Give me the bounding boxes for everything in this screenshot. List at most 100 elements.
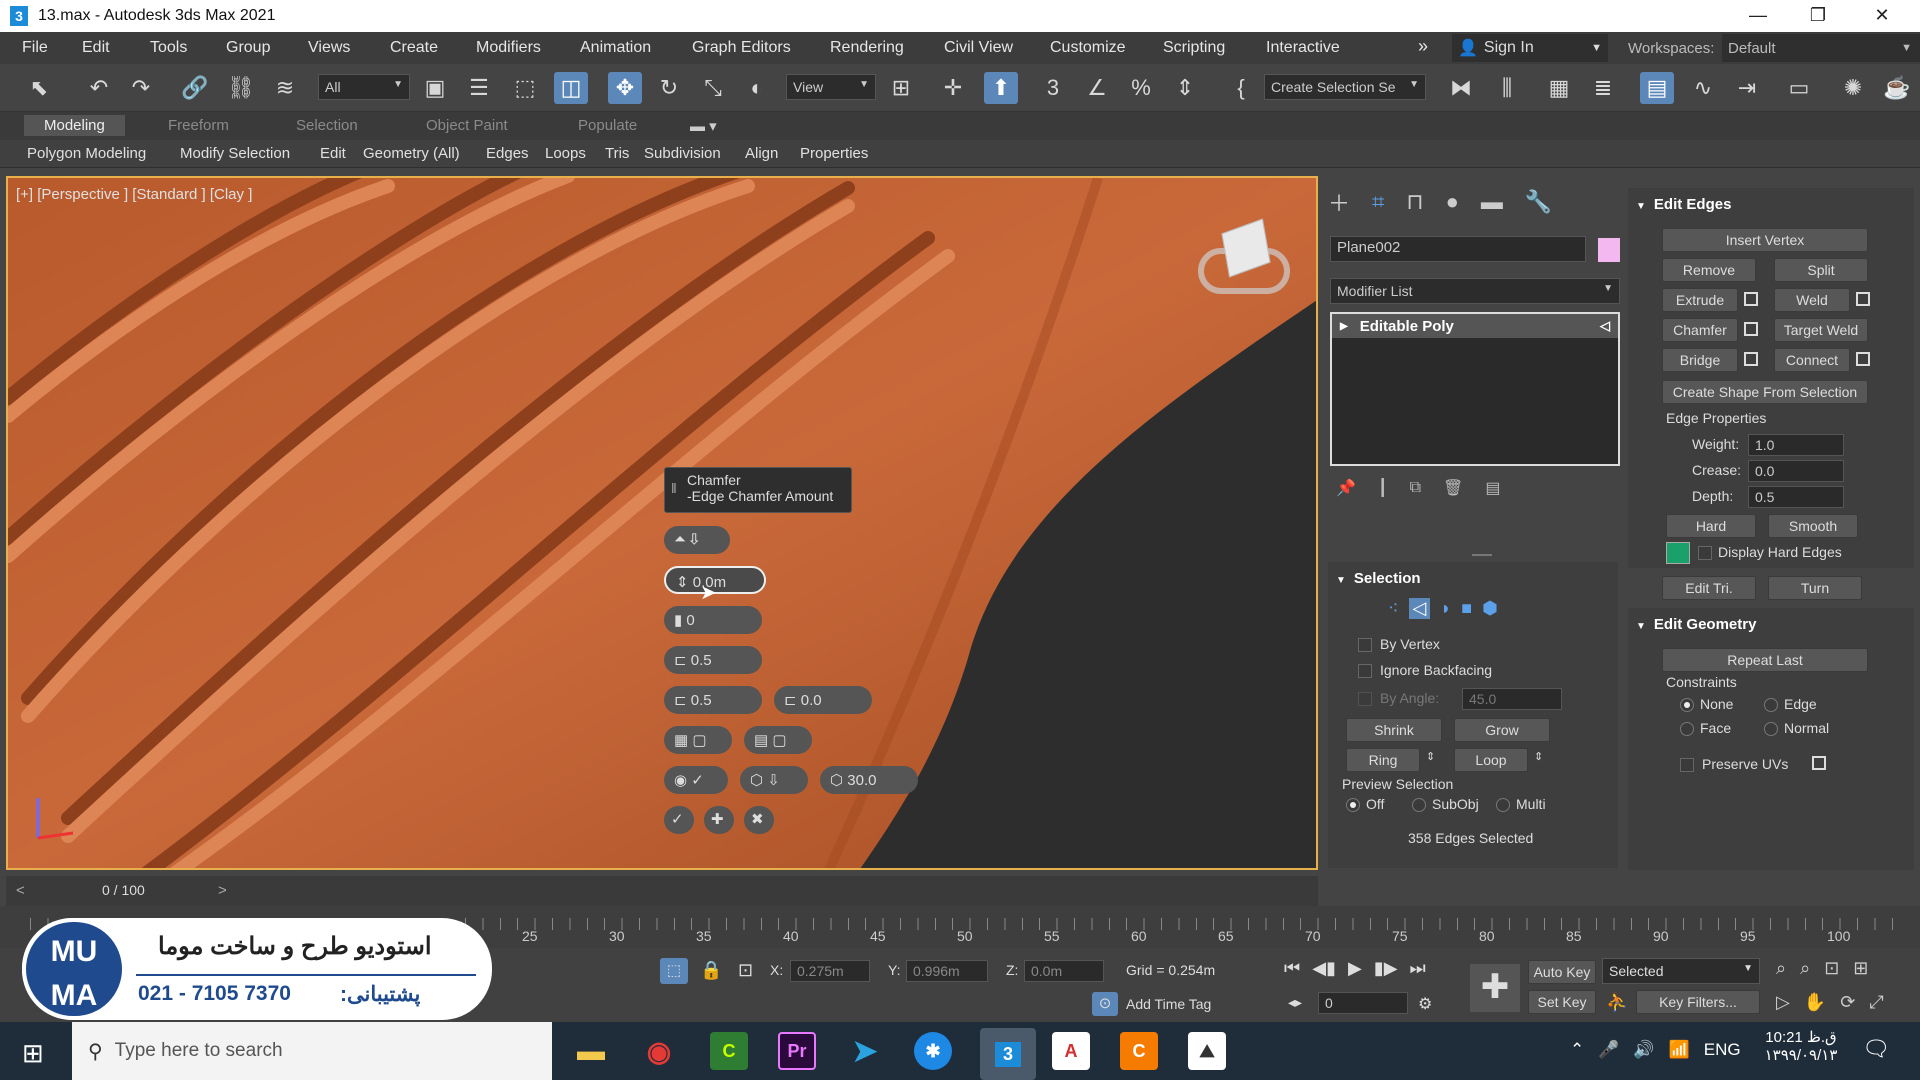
key-selection-dropdown[interactable]: Selected ▼	[1602, 958, 1760, 984]
vertex-mode-icon[interactable]: ⁖	[1388, 598, 1399, 619]
hard-edge-color-swatch[interactable]	[1666, 542, 1690, 564]
rendered-frame-window-icon[interactable]: ✺	[1836, 72, 1870, 104]
ribbon-toggle-icon[interactable]: ▤	[1640, 72, 1674, 104]
preserve-uvs-settings-icon[interactable]	[1812, 756, 1826, 770]
preview-subobj-radio[interactable]	[1412, 798, 1426, 812]
select-object-icon[interactable]: ⬉	[22, 72, 56, 104]
connect-button[interactable]: Connect	[1774, 348, 1850, 372]
display-tab-icon[interactable]: ▬	[1481, 189, 1503, 215]
z-coordinate-field[interactable]: 0.0m	[1024, 960, 1104, 982]
windows-start-icon[interactable]: ⊞	[22, 1038, 44, 1069]
select-manipulate-icon[interactable]: ✛	[936, 72, 970, 104]
key-mode-icon[interactable]: ◂▸	[1288, 994, 1302, 1011]
smooth-button[interactable]: Smooth	[1768, 514, 1858, 538]
pan-icon[interactable]: ✋	[1804, 992, 1826, 1013]
schematic-view-icon[interactable]: ⇥	[1730, 72, 1764, 104]
insert-vertex-button[interactable]: Insert Vertex	[1662, 228, 1868, 252]
add-time-tag-label[interactable]: Add Time Tag	[1126, 996, 1211, 1012]
set-key-button[interactable]: Set Key	[1528, 990, 1596, 1014]
create-shape-button[interactable]: Create Shape From Selection	[1662, 380, 1868, 404]
edit-geometry-header[interactable]: ▼ Edit Geometry	[1636, 616, 1756, 633]
maximize-button[interactable]: ❐	[1788, 0, 1848, 32]
volume-icon[interactable]: 🔊	[1633, 1040, 1654, 1060]
target-weld-button[interactable]: Target Weld	[1774, 318, 1868, 342]
modifier-list-dropdown[interactable]: Modifier List ▼	[1330, 278, 1620, 304]
undo-icon[interactable]: ↶	[82, 72, 116, 104]
panel-edit[interactable]: Edit	[320, 145, 346, 162]
shrink-button[interactable]: Shrink	[1346, 718, 1442, 742]
configure-sets-icon[interactable]: ▤	[1485, 478, 1500, 498]
show-end-result-icon[interactable]: ┃	[1378, 478, 1388, 498]
rotate-icon[interactable]: ↻	[652, 72, 686, 104]
photos-icon[interactable]: ⛰	[1188, 1032, 1226, 1070]
object-name-field[interactable]: Plane002	[1330, 236, 1586, 262]
redo-icon[interactable]: ↷	[124, 72, 158, 104]
layer-explorer-icon[interactable]: ≣	[1586, 72, 1620, 104]
connect-settings-icon[interactable]	[1856, 352, 1870, 366]
rectangular-selection-icon[interactable]: ⬚	[508, 72, 542, 104]
edit-named-selection-icon[interactable]: {	[1224, 72, 1258, 104]
menu-rendering[interactable]: Rendering	[830, 39, 904, 57]
ring-button[interactable]: Ring	[1346, 748, 1420, 772]
placement-icon[interactable]: ◐	[740, 72, 774, 104]
unlink-icon[interactable]: ⛓	[224, 72, 258, 104]
menu-views[interactable]: Views	[308, 39, 350, 57]
chamfer-settings-icon[interactable]	[1744, 322, 1758, 336]
constraint-face-radio[interactable]	[1680, 722, 1694, 736]
caddy-ok-button[interactable]: ✓	[664, 806, 694, 834]
bind-spacewarp-icon[interactable]: ≋	[268, 72, 302, 104]
weld-button[interactable]: Weld	[1774, 288, 1850, 312]
ignore-backfacing-checkbox[interactable]	[1358, 664, 1372, 678]
time-tag-icon[interactable]: ⊙	[1092, 992, 1118, 1016]
polygon-mode-icon[interactable]: ■	[1461, 598, 1472, 619]
x-coordinate-field[interactable]: 0.275m	[790, 960, 870, 982]
weight-spinner[interactable]: 1.0	[1748, 434, 1844, 456]
stack-toggle-icon[interactable]: ◁	[1600, 318, 1610, 334]
chrome-icon[interactable]: ◉	[640, 1032, 678, 1070]
go-to-end-icon[interactable]: ⏭	[1410, 958, 1426, 979]
menu-customize[interactable]: Customize	[1050, 39, 1126, 57]
minimize-button[interactable]: —	[1728, 0, 1788, 32]
3dsmax-taskbar-icon[interactable]: 3	[980, 1028, 1036, 1080]
microphone-icon[interactable]: 🎤	[1598, 1040, 1619, 1060]
panel-tris[interactable]: Tris	[605, 145, 629, 162]
edit-edges-header[interactable]: ▼ Edit Edges	[1636, 196, 1731, 213]
curve-editor-icon[interactable]: ∿	[1686, 72, 1720, 104]
set-key-plus-icon[interactable]: ✚	[1470, 964, 1520, 1012]
menu-interactive[interactable]: Interactive	[1266, 39, 1340, 57]
remove-button[interactable]: Remove	[1662, 258, 1756, 282]
next-frame-button-icon[interactable]: ▮▶	[1374, 958, 1398, 979]
expand-icon[interactable]: ▶	[1340, 321, 1348, 332]
chamfer-threshold-field[interactable]: ⬡ 30.0	[820, 766, 918, 794]
go-to-start-icon[interactable]: ⏮	[1284, 958, 1300, 979]
turn-button[interactable]: Turn	[1768, 576, 1862, 600]
split-button[interactable]: Split	[1774, 258, 1868, 282]
panel-polygon-modeling[interactable]: Polygon Modeling	[27, 145, 146, 162]
menu-civil-view[interactable]: Civil View	[944, 39, 1013, 57]
play-icon[interactable]: ▶	[1348, 958, 1362, 979]
notifications-icon[interactable]: 🗨	[1862, 1036, 1890, 1062]
viewport-label[interactable]: [+] [Perspective ] [Standard ] [Clay ]	[16, 186, 252, 203]
named-selection-dropdown[interactable]: Create Selection Se ▼	[1264, 74, 1426, 100]
key-filters-icon[interactable]: ⛹	[1606, 992, 1628, 1013]
menu-edit[interactable]: Edit	[82, 39, 110, 57]
loop-button[interactable]: Loop	[1454, 748, 1528, 772]
align-icon[interactable]: ⫼	[1490, 72, 1524, 104]
ribbon-options-icon[interactable]: ▬ ▾	[690, 117, 717, 135]
orange-app-icon[interactable]: C	[1120, 1032, 1158, 1070]
chamfer-caddy-header[interactable]: ‖ Chamfer -Edge Chamfer Amount	[664, 467, 852, 513]
zoom-all-icon[interactable]: ⌕	[1800, 958, 1810, 979]
previous-frame-button-icon[interactable]: ◀▮	[1312, 958, 1336, 979]
chamfer-button[interactable]: Chamfer	[1662, 318, 1738, 342]
caddy-apply-button[interactable]: ✚	[704, 806, 734, 834]
key-filters-button[interactable]: Key Filters...	[1636, 990, 1760, 1014]
panel-edges[interactable]: Edges	[486, 145, 529, 162]
menu-overflow-icon[interactable]: »	[1418, 36, 1428, 57]
menu-create[interactable]: Create	[390, 39, 438, 57]
panel-geometry-all[interactable]: Geometry (All)	[363, 145, 460, 162]
pin-stack-icon[interactable]: 📌	[1336, 478, 1356, 498]
select-by-name-icon[interactable]: ☰	[462, 72, 496, 104]
tab-selection[interactable]: Selection	[296, 117, 358, 134]
panel-loops[interactable]: Loops	[545, 145, 586, 162]
menu-animation[interactable]: Animation	[580, 39, 651, 57]
